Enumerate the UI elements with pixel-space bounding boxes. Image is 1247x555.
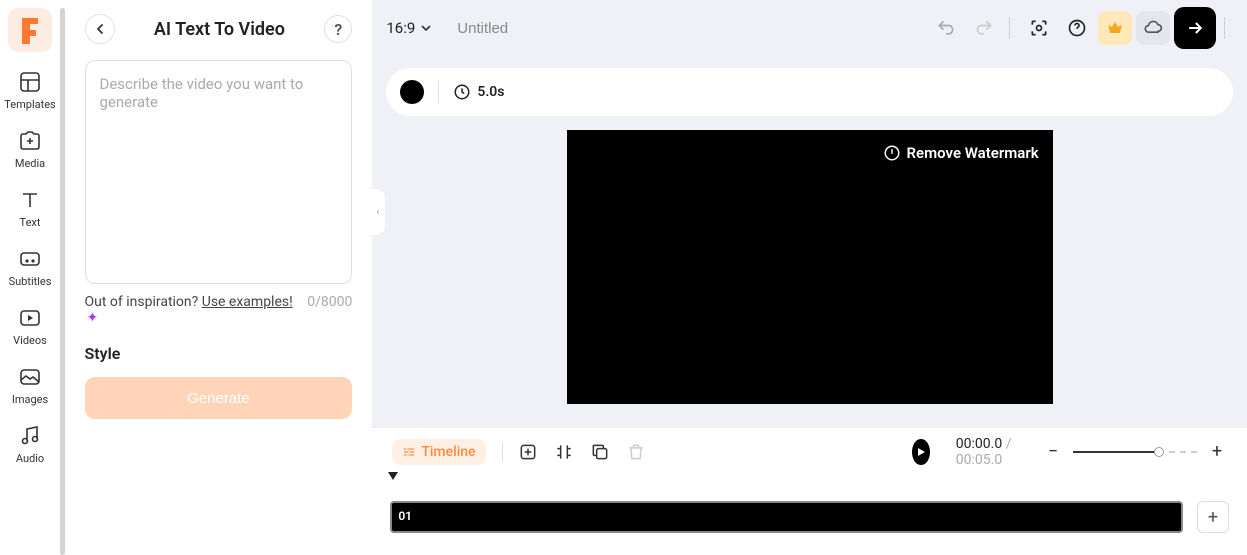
timeline-tab[interactable]: Timeline bbox=[392, 439, 485, 465]
clip-number: 01 bbox=[398, 509, 412, 523]
timeline-clip[interactable]: 01 bbox=[390, 501, 1183, 533]
editor-area: 16:9 5.0s Remove Watermark bbox=[372, 0, 1247, 547]
sidebar-label: Videos bbox=[13, 334, 47, 347]
panel-title: AI Text To Video bbox=[154, 19, 285, 40]
undo-button[interactable] bbox=[929, 11, 963, 45]
sparkle-icon: ✦ bbox=[87, 310, 99, 326]
back-button[interactable] bbox=[85, 14, 115, 44]
sidebar-label: Text bbox=[20, 216, 41, 229]
app-logo[interactable] bbox=[8, 8, 52, 52]
help-button[interactable]: ? bbox=[324, 15, 352, 43]
aspect-ratio-dropdown[interactable]: 16:9 bbox=[386, 19, 431, 37]
collapse-panel-button[interactable]: ‹ bbox=[370, 188, 386, 236]
zoom-controls: − + bbox=[1043, 442, 1227, 462]
prompt-textarea[interactable] bbox=[85, 60, 353, 284]
project-title-input[interactable] bbox=[457, 20, 577, 37]
sidebar-item-templates[interactable]: Templates bbox=[0, 70, 60, 111]
sidebar-item-media[interactable]: Media bbox=[0, 129, 60, 170]
add-clip-button[interactable]: + bbox=[1197, 501, 1229, 533]
ai-text-to-video-panel: AI Text To Video ? Out of inspiration? U… bbox=[65, 0, 373, 547]
info-button[interactable] bbox=[1060, 11, 1094, 45]
sidebar-item-videos[interactable]: Videos bbox=[0, 306, 60, 347]
redo-button[interactable] bbox=[967, 11, 1001, 45]
sidebar-label: Media bbox=[15, 157, 45, 170]
sidebar-label: Images bbox=[12, 393, 48, 406]
sidebar-label: Templates bbox=[4, 98, 55, 111]
inspiration-text: Out of inspiration? Use examples! ✦ bbox=[85, 294, 308, 326]
play-button[interactable] bbox=[912, 439, 930, 465]
chevron-down-icon bbox=[421, 25, 431, 31]
sidebar-item-images[interactable]: Images bbox=[0, 365, 60, 406]
divider bbox=[502, 442, 503, 462]
sidebar-label: Audio bbox=[16, 452, 44, 465]
clock-icon bbox=[453, 83, 471, 101]
use-examples-link[interactable]: Use examples! bbox=[202, 294, 293, 310]
divider bbox=[438, 81, 439, 103]
remove-watermark-button[interactable]: Remove Watermark bbox=[883, 144, 1039, 162]
scene-bar: 5.0s bbox=[386, 68, 1233, 116]
controls-bar: Timeline 00:00.0 / 00:05.0 − + bbox=[372, 427, 1247, 475]
scene-thumbnail[interactable] bbox=[400, 80, 424, 104]
add-button[interactable] bbox=[518, 440, 538, 464]
export-button[interactable] bbox=[1174, 7, 1216, 49]
alert-icon bbox=[883, 144, 901, 162]
split-button[interactable] bbox=[554, 440, 574, 464]
premium-button[interactable] bbox=[1098, 11, 1132, 45]
scene-duration[interactable]: 5.0s bbox=[453, 83, 504, 101]
sidebar-item-text[interactable]: Text bbox=[0, 188, 60, 229]
preview-area: 5.0s Remove Watermark bbox=[372, 56, 1247, 427]
generate-button[interactable]: Generate bbox=[85, 377, 353, 419]
duplicate-button[interactable] bbox=[590, 440, 610, 464]
timeline-icon bbox=[402, 445, 416, 459]
style-heading: Style bbox=[85, 344, 353, 363]
delete-button[interactable] bbox=[626, 440, 646, 464]
zoom-remainder bbox=[1169, 451, 1197, 453]
zoom-slider[interactable] bbox=[1073, 451, 1159, 453]
playhead[interactable] bbox=[386, 469, 400, 488]
sidebar-label: Subtitles bbox=[9, 275, 52, 288]
timeline-tracks: 01 + bbox=[372, 475, 1247, 547]
preview-canvas[interactable]: Remove Watermark bbox=[567, 130, 1053, 404]
top-bar: 16:9 bbox=[372, 0, 1247, 56]
timecode: 00:00.0 / 00:05.0 bbox=[956, 436, 1027, 468]
left-sidebar: Templates Media Text Subtitles Videos Im… bbox=[0, 0, 60, 547]
scan-button[interactable] bbox=[1022, 11, 1056, 45]
char-counter: 0/8000 bbox=[307, 294, 352, 326]
divider bbox=[1009, 17, 1010, 39]
divider bbox=[1224, 17, 1225, 39]
zoom-out-button[interactable]: − bbox=[1043, 442, 1063, 462]
sidebar-item-subtitles[interactable]: Subtitles bbox=[0, 247, 60, 288]
zoom-in-button[interactable]: + bbox=[1207, 442, 1227, 462]
sidebar-item-audio[interactable]: Audio bbox=[0, 424, 60, 465]
cloud-button[interactable] bbox=[1136, 11, 1170, 45]
